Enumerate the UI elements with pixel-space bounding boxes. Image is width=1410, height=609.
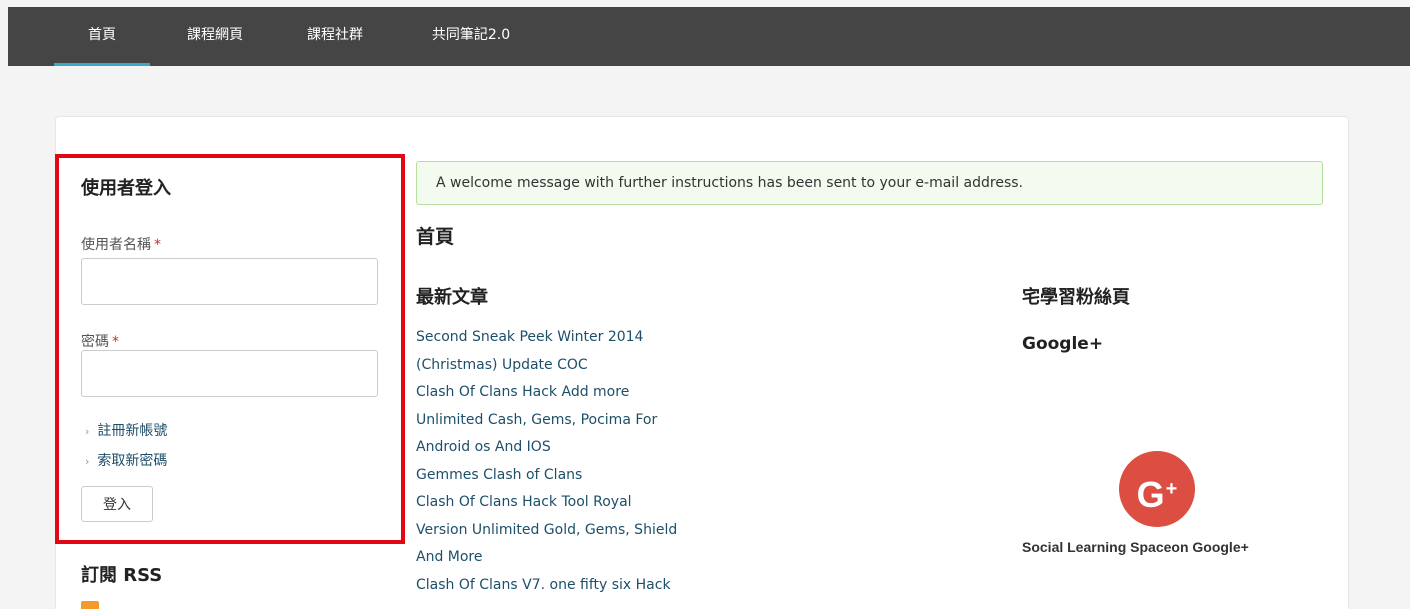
article-link[interactable]: Version Unlimited Gold, Gems, Shield [416, 517, 716, 545]
username-label: 使用者名稱 * [81, 237, 161, 253]
nav-course-page[interactable]: 課程網頁 [160, 7, 270, 66]
chevron-right-icon: › [85, 425, 90, 438]
nav-course-community[interactable]: 課程社群 [280, 7, 390, 66]
register-link[interactable]: › 註冊新帳號 [85, 420, 167, 440]
rss-icon[interactable] [81, 601, 99, 609]
password-input[interactable] [81, 350, 378, 397]
user-login-block: 使用者登入 使用者名稱 * 密碼 * › 註冊新帳號 › 索取新密碼 登入 [55, 154, 405, 544]
google-plus-icon[interactable]: G+ [1119, 451, 1195, 527]
article-link[interactable]: Clash Of Clans Hack Add more [416, 379, 716, 407]
login-title: 使用者登入 [81, 178, 171, 199]
page-title: 首頁 [416, 226, 455, 248]
google-plus-page-link[interactable]: Social Learning Spaceon Google+ [1022, 539, 1249, 555]
latest-articles-title: 最新文章 [416, 287, 488, 308]
article-link[interactable]: Unlimited Cash, Gems, Pocima For [416, 407, 716, 435]
nav-home[interactable]: 首頁 [54, 7, 150, 66]
article-link[interactable]: Android os And IOS [416, 434, 716, 462]
article-link[interactable]: And More [416, 544, 716, 572]
google-plus-heading: Google+ [1022, 334, 1104, 354]
login-button[interactable]: 登入 [81, 486, 153, 522]
required-marker: * [112, 334, 119, 350]
forgot-password-link[interactable]: › 索取新密碼 [85, 450, 167, 470]
password-label: 密碼 * [81, 334, 119, 350]
username-input[interactable] [81, 258, 378, 305]
article-link[interactable]: Clash Of Clans Hack Tool Royal [416, 489, 716, 517]
article-link[interactable]: (Christmas) Update COC [416, 352, 716, 380]
fanpage-title: 宅學習粉絲頁 [1022, 287, 1130, 308]
nav-shared-notes[interactable]: 共同筆記2.0 [406, 7, 536, 66]
chevron-right-icon: › [85, 455, 90, 468]
article-link[interactable]: Second Sneak Peek Winter 2014 [416, 324, 716, 352]
article-link[interactable]: Clash Of Clans V7. one fifty six Hack [416, 572, 716, 600]
required-marker: * [154, 237, 161, 253]
article-link[interactable]: Gemmes Clash of Clans [416, 462, 716, 490]
rss-title: 訂閱 RSS [81, 565, 163, 586]
status-message: A welcome message with further instructi… [416, 161, 1323, 205]
top-navbar: 首頁 課程網頁 課程社群 共同筆記2.0 [8, 7, 1410, 66]
latest-articles-list: Second Sneak Peek Winter 2014 (Christmas… [416, 324, 716, 599]
